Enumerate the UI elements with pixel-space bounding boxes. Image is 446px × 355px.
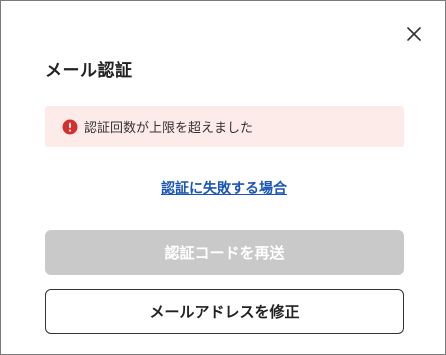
close-icon[interactable] (405, 25, 423, 43)
edit-email-button[interactable]: メールアドレスを修正 (45, 289, 404, 334)
dialog-title: メール認証 (45, 61, 133, 81)
error-alert: 認証回数が上限を超えました (45, 106, 404, 147)
error-alert-message: 認証回数が上限を超えました (84, 121, 254, 136)
resend-code-button[interactable]: 認証コードを再送 (45, 230, 404, 275)
auth-failed-help-link[interactable]: 認証に失敗する場合 (1, 178, 446, 198)
exclamation-circle-icon (62, 119, 78, 134)
email-verification-dialog: メール認証 認証回数が上限を超えました 認証に失敗する場合 認証コードを再送 メ… (0, 0, 446, 355)
